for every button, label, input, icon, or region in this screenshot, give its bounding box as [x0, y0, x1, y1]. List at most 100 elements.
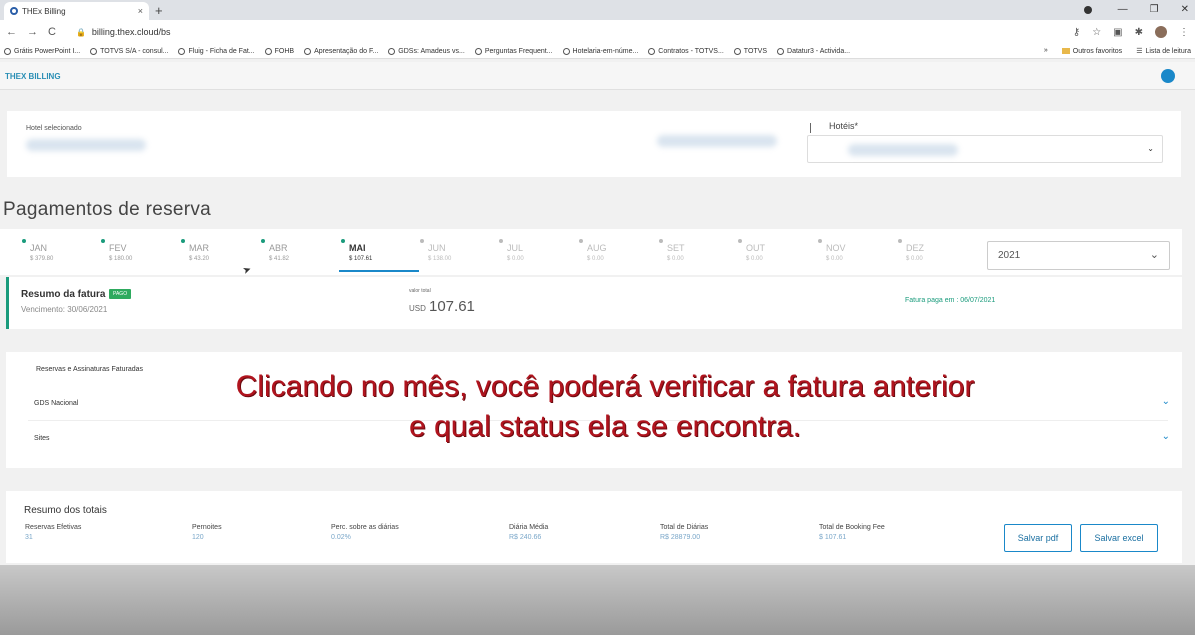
hotel-selected-label: Hotel selecionado — [26, 125, 82, 132]
bookmark-item[interactable]: Hotelaria-em-núme... — [562, 47, 638, 55]
active-tab-underline — [339, 270, 419, 272]
bookmarks-bar: Grátis PowerPoint I... TOTVS S/A - consu… — [0, 44, 1195, 59]
reading-list-icon: ☰ — [1136, 48, 1143, 55]
brand-logo[interactable]: THEX BILLING — [5, 72, 61, 81]
other-favorites[interactable]: Outros favoritos — [1061, 47, 1122, 55]
close-window-icon[interactable]: ✕ — [1181, 0, 1189, 20]
month-tab-abr[interactable]: ABR $ 41.82 — [261, 235, 331, 275]
address-bar: ← → C 🔒 billing.thex.cloud/bs ⚷ ☆ ▣ ✱ ⋮ — [0, 20, 1195, 44]
month-value: $ 379.80 — [30, 256, 54, 262]
menu-icon[interactable]: ⋮ — [1179, 27, 1189, 38]
total-value: R$ 240.66 — [509, 534, 542, 541]
bookmark-icon — [777, 47, 785, 55]
user-avatar-icon[interactable] — [1161, 69, 1175, 83]
chevron-down-icon[interactable]: ⌄ — [1162, 396, 1170, 407]
month-tab-mar[interactable]: MAR $ 43.20 — [181, 235, 251, 275]
star-icon[interactable]: ☆ — [1092, 27, 1101, 38]
browser-tab[interactable]: THEx Billing × — [4, 2, 149, 20]
reading-list[interactable]: ☰ Lista de leitura — [1136, 47, 1191, 56]
bookmark-icon — [648, 47, 656, 55]
month-tab-aug[interactable]: AUG $ 0.00 — [579, 235, 649, 275]
status-dot — [101, 239, 105, 243]
chevron-down-icon: ⌄ — [1149, 249, 1159, 261]
profile-avatar-icon[interactable] — [1155, 26, 1167, 38]
puzzle-icon[interactable]: ✱ — [1135, 27, 1143, 38]
month-value: $ 43.20 — [189, 256, 210, 262]
total-currency: USD — [409, 304, 426, 313]
minimize-icon[interactable]: — — [1118, 0, 1128, 20]
page-title: Pagamentos de reserva — [3, 199, 212, 220]
month-value: $ 107.61 — [349, 256, 373, 262]
month-name: NOV — [826, 243, 846, 253]
bookmark-icon — [264, 47, 272, 55]
month-value: $ 41.82 — [269, 256, 290, 262]
bookmark-item[interactable]: FOHB — [264, 47, 294, 55]
bookmark-item[interactable]: Contratos - TOTVS... — [648, 47, 724, 55]
year-select[interactable]: 2021 ⌄ — [987, 241, 1170, 270]
bookmark-item[interactable]: Grátis PowerPoint I... — [4, 47, 80, 55]
total-column: Total de Diárias R$ 28879.00 — [660, 524, 708, 541]
reload-icon[interactable]: C — [48, 26, 56, 38]
month-value: $ 138.00 — [428, 256, 452, 262]
month-tab-set[interactable]: SET $ 0.00 — [659, 235, 729, 275]
browser-tab-bar: THEx Billing × + — ❐ ✕ — [0, 0, 1195, 20]
total-label: Reservas Efetivas — [25, 524, 82, 531]
browser-toolbar-icons: ⚷ ☆ ▣ ✱ ⋮ — [1073, 26, 1189, 38]
month-tab-jul[interactable]: JUL $ 0.00 — [499, 235, 569, 275]
new-tab-icon[interactable]: + — [155, 2, 163, 20]
bookmark-item[interactable]: Perguntas Frequent... — [474, 47, 553, 55]
lock-icon: 🔒 — [75, 27, 86, 37]
month-tab-dez[interactable]: DEZ $ 0.00 — [898, 235, 968, 275]
back-icon[interactable]: ← — [6, 26, 17, 38]
bookmark-item[interactable]: TOTVS S/A - consul... — [90, 47, 168, 55]
restore-icon[interactable]: ❐ — [1150, 0, 1159, 20]
bookmarks-right: » Outros favoritos ☰ Lista de leitura — [1044, 47, 1191, 55]
accordion-label: Sites — [34, 435, 50, 442]
bookmark-item[interactable]: TOTVS — [733, 47, 767, 55]
hotels-select[interactable]: ⌄ — [807, 135, 1163, 163]
bookmark-icon — [4, 47, 11, 55]
extension-icon[interactable]: ▣ — [1113, 27, 1122, 38]
month-tab-out[interactable]: OUT $ 0.00 — [738, 235, 808, 275]
month-value: $ 180.00 — [109, 256, 133, 262]
month-tab-jan[interactable]: JAN $ 379.80 — [22, 235, 92, 275]
bookmark-item[interactable]: Datatur3 - Activida... — [777, 47, 850, 55]
status-dot — [22, 239, 26, 243]
caption-line-1: Clicando no mês, você poderá verificar a… — [235, 370, 975, 403]
key-icon[interactable]: ⚷ — [1073, 27, 1080, 38]
bookmark-item[interactable]: Fluig - Ficha de Fat... — [178, 47, 255, 55]
url-text: billing.thex.cloud/bs — [91, 27, 171, 37]
forward-icon[interactable]: → — [27, 26, 38, 38]
folder-icon — [1061, 48, 1070, 54]
bookmark-icon — [388, 47, 396, 55]
save-pdf-button[interactable]: Salvar pdf — [1004, 524, 1072, 552]
bookmark-item[interactable]: Apresentação do F... — [304, 47, 378, 55]
month-tab-mai[interactable]: MAI $ 107.61 — [339, 235, 419, 275]
status-dot — [499, 239, 503, 243]
caption-line-2: e qual status ela se encontra. — [409, 410, 801, 443]
bookmark-item[interactable]: GDSs: Amadeus vs... — [388, 47, 465, 55]
month-value: $ 0.00 — [667, 256, 684, 262]
month-tab-nov[interactable]: NOV $ 0.00 — [818, 235, 888, 275]
month-name: AUG — [587, 243, 607, 253]
url-field[interactable]: 🔒 billing.thex.cloud/bs — [76, 27, 171, 37]
month-value: $ 0.00 — [826, 256, 843, 262]
bookmark-icon — [304, 47, 312, 55]
divider — [810, 123, 811, 133]
save-excel-button[interactable]: Salvar excel — [1080, 524, 1158, 552]
invoice-title: Resumo da fatura — [21, 289, 106, 300]
chevron-down-icon[interactable]: ⌄ — [1162, 431, 1170, 442]
bookmark-icon — [90, 47, 98, 55]
status-badge: PAGO — [109, 289, 132, 299]
status-dot — [738, 239, 742, 243]
month-tab-fev[interactable]: FEV $ 180.00 — [101, 235, 171, 275]
window-controls: — ❐ ✕ — [1083, 0, 1189, 20]
tab-close-icon[interactable]: × — [138, 6, 143, 16]
total-label: Diária Média — [509, 524, 549, 531]
month-tab-jun[interactable]: JUN $ 138.00 — [420, 235, 490, 275]
invoice-paid-date: Fatura paga em : 06/07/2021 — [905, 297, 996, 304]
total-value: $ 107.61 — [819, 534, 847, 541]
hotel-code-blurred — [657, 135, 777, 147]
bookmarks-more-icon[interactable]: » — [1044, 47, 1048, 55]
month-value: $ 0.00 — [906, 256, 923, 262]
